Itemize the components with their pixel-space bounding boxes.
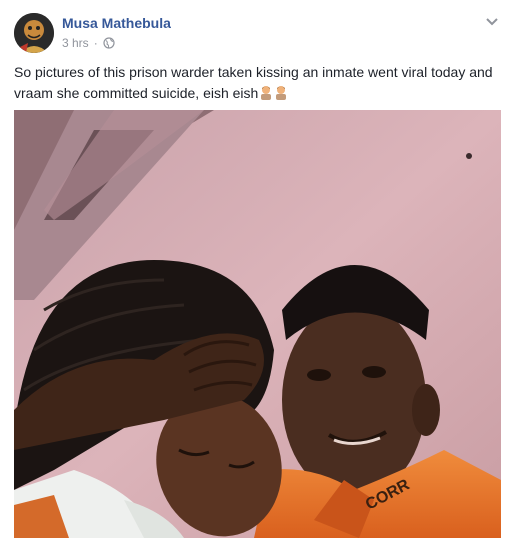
chevron-down-icon[interactable] <box>485 14 499 26</box>
post-meta: 3 hrs · <box>62 36 115 50</box>
post-body: So pictures of this prison warder taken … <box>14 64 493 101</box>
facebook-post: Musa Mathebula 3 hrs · So pictures of th… <box>0 0 505 538</box>
man-facepalm-emoji <box>274 85 288 100</box>
globe-icon[interactable] <box>103 37 115 49</box>
author-name[interactable]: Musa Mathebula <box>62 15 171 31</box>
post-text: So pictures of this prison warder taken … <box>14 62 496 104</box>
meta-separator: · <box>93 36 98 50</box>
post-photo[interactable]: CORR <box>14 110 501 538</box>
timestamp[interactable]: 3 hrs <box>62 36 89 50</box>
man-facepalm-emoji <box>259 85 273 100</box>
avatar[interactable] <box>14 13 54 53</box>
